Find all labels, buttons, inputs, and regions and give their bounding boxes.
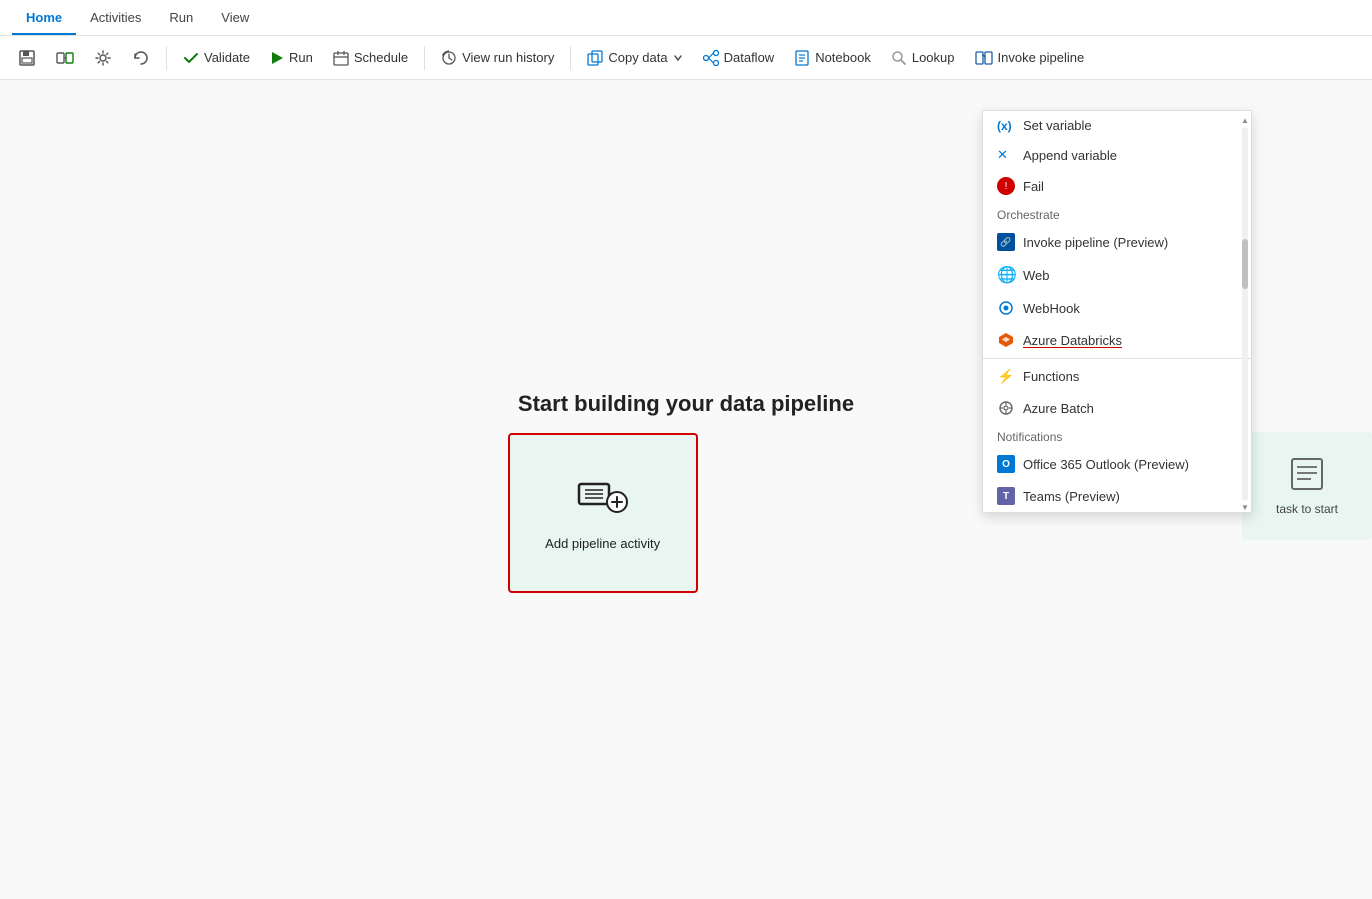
lookup-button[interactable]: Lookup bbox=[883, 46, 963, 70]
append-variable-label: Append variable bbox=[1023, 148, 1117, 163]
tab-run[interactable]: Run bbox=[155, 2, 207, 35]
dataflow-label: Dataflow bbox=[724, 50, 775, 65]
notebook-button[interactable]: Notebook bbox=[786, 46, 879, 70]
pipeline-button[interactable] bbox=[48, 45, 82, 71]
add-activity-container: Add pipeline activity bbox=[508, 433, 698, 593]
invoke-pipeline-dropdown-label: Invoke pipeline (Preview) bbox=[1023, 235, 1168, 250]
dropdown-item-append-variable[interactable]: ✕ Append variable bbox=[983, 140, 1251, 170]
canvas-title: Start building your data pipeline bbox=[518, 391, 854, 417]
validate-icon bbox=[183, 50, 199, 66]
dropdown-item-office365[interactable]: O Office 365 Outlook (Preview) bbox=[983, 448, 1251, 480]
right-card-icon bbox=[1289, 456, 1325, 492]
run-label: Run bbox=[289, 50, 313, 65]
dropdown-item-teams[interactable]: T Teams (Preview) bbox=[983, 480, 1251, 512]
dropdown-item-azure-databricks[interactable]: Azure Databricks bbox=[983, 324, 1251, 356]
dataflow-button[interactable]: Dataflow bbox=[695, 46, 783, 70]
toolbar: Validate Run Schedule View run history bbox=[0, 36, 1372, 80]
invoke-pipeline-icon bbox=[975, 49, 993, 67]
invoke-pipeline-button[interactable]: Invoke pipeline bbox=[967, 45, 1093, 71]
lookup-icon bbox=[891, 50, 907, 66]
invoke-pipeline-label: Invoke pipeline bbox=[998, 50, 1085, 65]
dropdown-panel: (x) Set variable ✕ Append variable ! Fai… bbox=[982, 110, 1252, 513]
add-activity-label: Add pipeline activity bbox=[545, 536, 660, 551]
dropdown-item-azure-batch[interactable]: Azure Batch bbox=[983, 392, 1251, 424]
schedule-button[interactable]: Schedule bbox=[325, 46, 416, 70]
pipeline-icon bbox=[56, 49, 74, 67]
functions-label: Functions bbox=[1023, 369, 1079, 384]
history-icon bbox=[441, 50, 457, 66]
web-label: Web bbox=[1023, 268, 1050, 283]
webhook-label: WebHook bbox=[1023, 301, 1080, 316]
notifications-section-label: Notifications bbox=[983, 424, 1251, 448]
validate-label: Validate bbox=[204, 50, 250, 65]
append-variable-icon: ✕ bbox=[997, 147, 1015, 163]
web-icon: 🌐 bbox=[997, 265, 1015, 285]
azure-batch-label: Azure Batch bbox=[1023, 401, 1094, 416]
separator-2 bbox=[424, 46, 425, 70]
save-button[interactable] bbox=[10, 45, 44, 71]
run-icon bbox=[270, 51, 284, 65]
undo-icon bbox=[132, 49, 150, 67]
set-variable-label: Set variable bbox=[1023, 118, 1092, 133]
validate-button[interactable]: Validate bbox=[175, 46, 258, 70]
dropdown-scrollbar[interactable]: ▲ ▼ bbox=[1241, 111, 1249, 512]
separator-3 bbox=[570, 46, 571, 70]
schedule-label: Schedule bbox=[354, 50, 408, 65]
dropdown-scroll-area[interactable]: (x) Set variable ✕ Append variable ! Fai… bbox=[983, 111, 1251, 512]
office365-icon: O bbox=[997, 455, 1015, 473]
copy-data-button[interactable]: Copy data bbox=[579, 46, 690, 70]
dropdown-item-fail[interactable]: ! Fail bbox=[983, 170, 1251, 202]
azure-databricks-icon bbox=[997, 331, 1015, 349]
pipeline-plus-icon bbox=[577, 474, 629, 514]
save-icon bbox=[18, 49, 36, 67]
separator-1 bbox=[166, 46, 167, 70]
scrollbar-up-arrow[interactable]: ▲ bbox=[1241, 116, 1249, 125]
dropdown-item-set-variable[interactable]: (x) Set variable bbox=[983, 111, 1251, 140]
notebook-label: Notebook bbox=[815, 50, 871, 65]
lookup-label: Lookup bbox=[912, 50, 955, 65]
tab-bar: Home Activities Run View bbox=[0, 0, 1372, 36]
office365-label: Office 365 Outlook (Preview) bbox=[1023, 457, 1189, 472]
pipeline-add-icon bbox=[577, 474, 629, 524]
dataflow-icon bbox=[703, 50, 719, 66]
orchestrate-section-label: Orchestrate bbox=[983, 202, 1251, 226]
add-pipeline-activity-card[interactable]: Add pipeline activity bbox=[508, 433, 698, 593]
scrollbar-track[interactable] bbox=[1242, 127, 1248, 501]
teams-icon: T bbox=[997, 487, 1015, 505]
right-side-card: task to start bbox=[1242, 432, 1372, 540]
scrollbar-down-arrow[interactable]: ▼ bbox=[1241, 503, 1249, 512]
copy-data-chevron-icon bbox=[673, 53, 683, 63]
settings-button[interactable] bbox=[86, 45, 120, 71]
copy-data-label: Copy data bbox=[608, 50, 667, 65]
divider-1 bbox=[983, 358, 1251, 359]
dropdown-item-functions[interactable]: ⚡ Functions bbox=[983, 361, 1251, 392]
tab-view[interactable]: View bbox=[207, 2, 263, 35]
right-card-text: task to start bbox=[1276, 502, 1338, 516]
view-run-history-label: View run history bbox=[462, 50, 554, 65]
notebook-icon bbox=[794, 50, 810, 66]
schedule-icon bbox=[333, 50, 349, 66]
dropdown-item-webhook[interactable]: WebHook bbox=[983, 292, 1251, 324]
functions-icon: ⚡ bbox=[997, 368, 1015, 385]
tab-activities[interactable]: Activities bbox=[76, 2, 155, 35]
fail-icon: ! bbox=[997, 177, 1015, 195]
azure-databricks-label: Azure Databricks bbox=[1023, 333, 1122, 348]
webhook-icon bbox=[997, 299, 1015, 317]
fail-label: Fail bbox=[1023, 179, 1044, 194]
dropdown-item-web[interactable]: 🌐 Web bbox=[983, 258, 1251, 292]
azure-batch-icon bbox=[997, 399, 1015, 417]
scrollbar-thumb[interactable] bbox=[1242, 239, 1248, 289]
copy-data-icon bbox=[587, 50, 603, 66]
settings-icon bbox=[94, 49, 112, 67]
invoke-pipeline-dropdown-icon: 🔗 bbox=[997, 233, 1015, 251]
dropdown-item-invoke-pipeline[interactable]: 🔗 Invoke pipeline (Preview) bbox=[983, 226, 1251, 258]
run-button[interactable]: Run bbox=[262, 46, 321, 69]
view-run-history-button[interactable]: View run history bbox=[433, 46, 562, 70]
main-canvas: Start building your data pipeline bbox=[0, 80, 1372, 899]
tab-home[interactable]: Home bbox=[12, 2, 76, 35]
teams-label: Teams (Preview) bbox=[1023, 489, 1120, 504]
undo-button[interactable] bbox=[124, 45, 158, 71]
set-variable-icon: (x) bbox=[997, 119, 1015, 133]
